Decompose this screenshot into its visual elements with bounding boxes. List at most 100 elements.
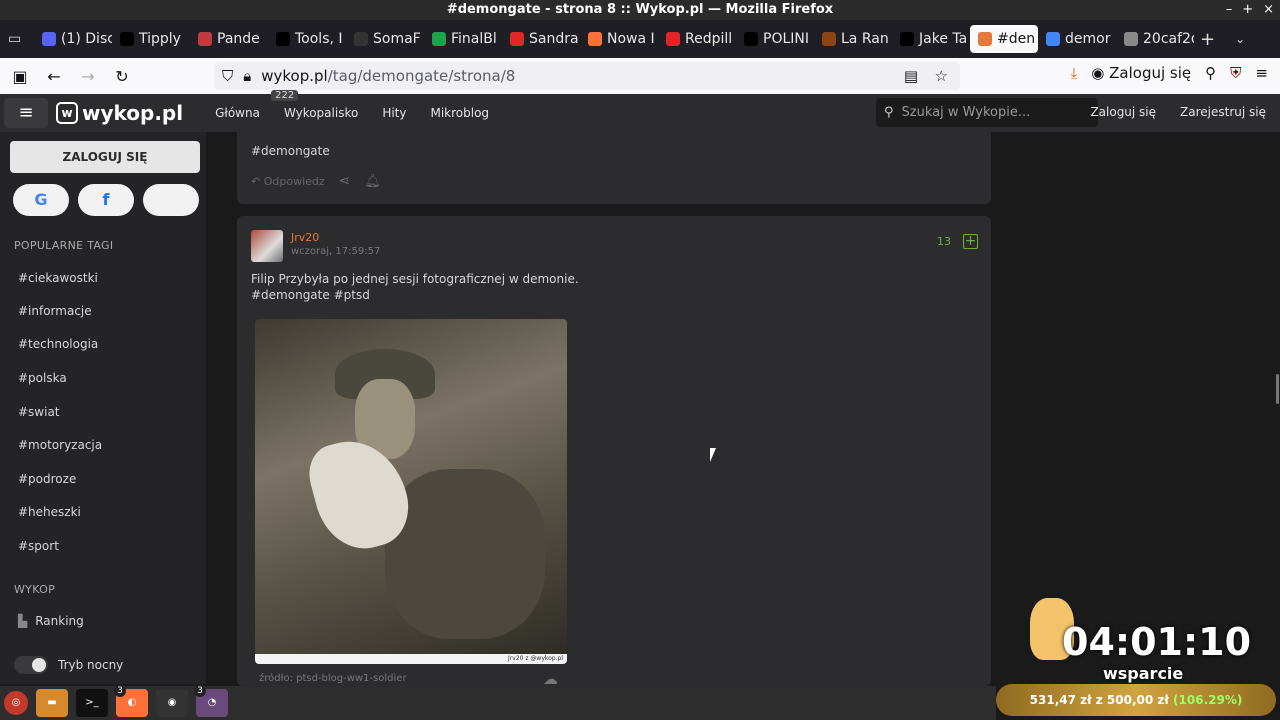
toolbar-right: ⤓ ◉ Zaloguj się ⚲ ⛨ ≡: [1071, 64, 1268, 82]
back-icon[interactable]: ←: [44, 67, 64, 86]
sidebar-tag[interactable]: #swiat: [18, 405, 60, 419]
facebook-login-button[interactable]: f: [78, 184, 134, 216]
ublock-icon[interactable]: ⛨: [1230, 64, 1241, 82]
app-menu-icon[interactable]: ◎: [4, 691, 28, 715]
browser-tab[interactable]: SomaF: [346, 25, 424, 53]
upvote-plus-icon[interactable]: +: [963, 234, 978, 249]
register-link[interactable]: Zarejestruj się: [1180, 105, 1266, 119]
bookmark-star-icon[interactable]: ☆: [935, 67, 948, 85]
browser-tab[interactable]: Sandra: [502, 25, 580, 53]
tab-favicon-icon: [588, 32, 602, 46]
sidebar-tag[interactable]: #motoryzacja: [18, 438, 102, 452]
account-label: Zaloguj się: [1109, 64, 1192, 82]
browser-tab[interactable]: La Ran: [814, 25, 892, 53]
tab-bar: ▭ (1) Disc Tipply Pande Tools, I SomaF FinalB…: [0, 20, 1280, 58]
menu-item-wykopalisko[interactable]: Wykopalisko: [284, 106, 358, 120]
post-image[interactable]: Jrv20 z @wykop.pl: [255, 319, 567, 664]
sidebar-tag[interactable]: #sport: [18, 539, 59, 553]
tab-overview-icon[interactable]: ▭: [8, 31, 34, 47]
lock-icon: 🔒︎: [243, 67, 252, 85]
sidebar-tag[interactable]: #podroze: [18, 472, 76, 486]
browser-tab[interactable]: Pande: [190, 25, 268, 53]
menu-item-hity[interactable]: Hity: [382, 106, 406, 120]
scrollbar-thumb[interactable]: [1276, 374, 1279, 404]
forward-icon[interactable]: →: [78, 67, 98, 86]
sidebar-ranking-link[interactable]: ▙ Ranking: [18, 614, 84, 628]
account-button[interactable]: ◉ Zaloguj się: [1091, 64, 1191, 82]
browser-tab[interactable]: demor: [1038, 25, 1116, 53]
browser-tab[interactable]: Redpill: [658, 25, 736, 53]
reader-view-icon[interactable]: ▤: [904, 67, 918, 85]
tab-favicon-icon: [822, 32, 836, 46]
browser-tab[interactable]: POLINI: [736, 25, 814, 53]
wykopalisko-count-badge: 222: [271, 90, 299, 101]
tab-label: La Ran: [841, 31, 889, 47]
maximize-icon[interactable]: +: [1242, 0, 1253, 20]
browser-tab[interactable]: Jake Ta: [892, 25, 970, 53]
tab-list-icon[interactable]: ⌄: [1235, 32, 1245, 46]
post-time[interactable]: wczoraj, 17:59:57: [291, 246, 380, 257]
left-sidebar: ZALOGUJ SIĘ G f POPULARNE TAGI #ciekawos…: [0, 132, 206, 684]
donation-progress-bar: 531,47 zł z 500,00 zł (106.29%): [996, 684, 1276, 716]
sidebar-tag[interactable]: #informacje: [18, 304, 92, 318]
logo-icon: w: [56, 102, 78, 124]
avatar[interactable]: [251, 230, 283, 262]
night-mode-toggle-row[interactable]: Tryb nocny: [14, 656, 123, 674]
tab-label: Nowa I: [607, 31, 655, 47]
download-icon[interactable]: ⤓: [1071, 64, 1078, 82]
sidebar-toggle-icon[interactable]: ▣: [10, 67, 30, 86]
previous-post-card: #demongate ↶ Odpowiedz ⋖ 🔔︎: [237, 132, 991, 204]
taskbar: ◎ ▬ >_ ◐ ◉ ◔: [0, 685, 996, 720]
tab-favicon-icon: [276, 32, 290, 46]
browser-tab[interactable]: FinalBl: [424, 25, 502, 53]
sidebar-login-button[interactable]: ZALOGUJ SIĘ: [10, 141, 200, 173]
hamburger-menu-icon[interactable]: ≡: [4, 98, 48, 128]
tab-favicon-icon: [510, 32, 524, 46]
sidebar-tag[interactable]: #ciekawostki: [18, 271, 98, 285]
shield-icon[interactable]: ⛉: [222, 67, 233, 85]
reload-icon[interactable]: ↻: [112, 67, 132, 86]
file-manager-icon[interactable]: ▬: [36, 689, 68, 717]
donation-goal: 500,00 zł: [1106, 693, 1169, 707]
browser-tab[interactable]: (1) Disc: [34, 25, 112, 53]
site-logo[interactable]: w wykop.pl: [56, 101, 183, 125]
minimize-icon[interactable]: –: [1226, 0, 1233, 20]
browser-tab[interactable]: #den×: [970, 25, 1038, 53]
url-bar[interactable]: ⛉ 🔒︎ wykop.pl/tag/demongate/strona/8 ▤ ☆: [214, 62, 960, 90]
image-source[interactable]: źródło: ptsd-blog-ww1-soldier: [259, 673, 407, 684]
google-login-button[interactable]: G: [13, 184, 69, 216]
post-body: Filip Przybyła po jednej sesji fotografi…: [251, 271, 579, 303]
obs-icon[interactable]: ◉: [156, 689, 188, 717]
menu-item-mikroblog[interactable]: Mikroblog: [430, 106, 489, 120]
browser-tab[interactable]: Tipply: [112, 25, 190, 53]
sidebar-tag[interactable]: #technologia: [18, 337, 98, 351]
search-placeholder: Szukaj w Wykopie...: [901, 105, 1031, 120]
share-icon[interactable]: ⋖: [339, 173, 351, 189]
app-eye-icon[interactable]: ◔: [194, 685, 228, 717]
wykop-section-title: WYKOP: [14, 583, 55, 596]
browser-tab[interactable]: Nowa I: [580, 25, 658, 53]
sidebar-tag[interactable]: #heheszki: [18, 505, 81, 519]
search-input[interactable]: ⚲ Szukaj w Wykopie...: [876, 98, 1098, 127]
night-mode-toggle[interactable]: [14, 656, 48, 674]
menu-icon[interactable]: ≡: [1255, 64, 1268, 82]
stream-timer: 04:01:10: [1062, 620, 1252, 664]
tab-favicon-icon: [978, 32, 992, 46]
post-author[interactable]: Jrv20: [291, 231, 319, 244]
post-tags[interactable]: #demongate #ptsd: [251, 287, 579, 303]
browser-tab[interactable]: Tools, I: [268, 25, 346, 53]
new-tab-icon[interactable]: +: [1200, 29, 1215, 50]
previous-post-tag[interactable]: #demongate: [251, 144, 330, 158]
sidebar-tag[interactable]: #polska: [18, 371, 67, 385]
reply-button[interactable]: ↶ Odpowiedz: [251, 175, 325, 188]
firefox-icon[interactable]: ◐: [114, 685, 148, 717]
apple-login-button[interactable]: [143, 184, 199, 216]
browser-tab[interactable]: 20caf2da: [1116, 25, 1194, 53]
login-link[interactable]: Zaloguj się: [1090, 105, 1156, 119]
extensions-icon[interactable]: ⚲: [1205, 64, 1216, 82]
tab-label: #den: [997, 31, 1036, 47]
notification-icon[interactable]: 🔔︎: [364, 174, 381, 189]
menu-item-glowna[interactable]: Główna: [215, 106, 260, 120]
close-icon[interactable]: ×: [1263, 0, 1274, 20]
terminal-icon[interactable]: >_: [76, 689, 108, 717]
